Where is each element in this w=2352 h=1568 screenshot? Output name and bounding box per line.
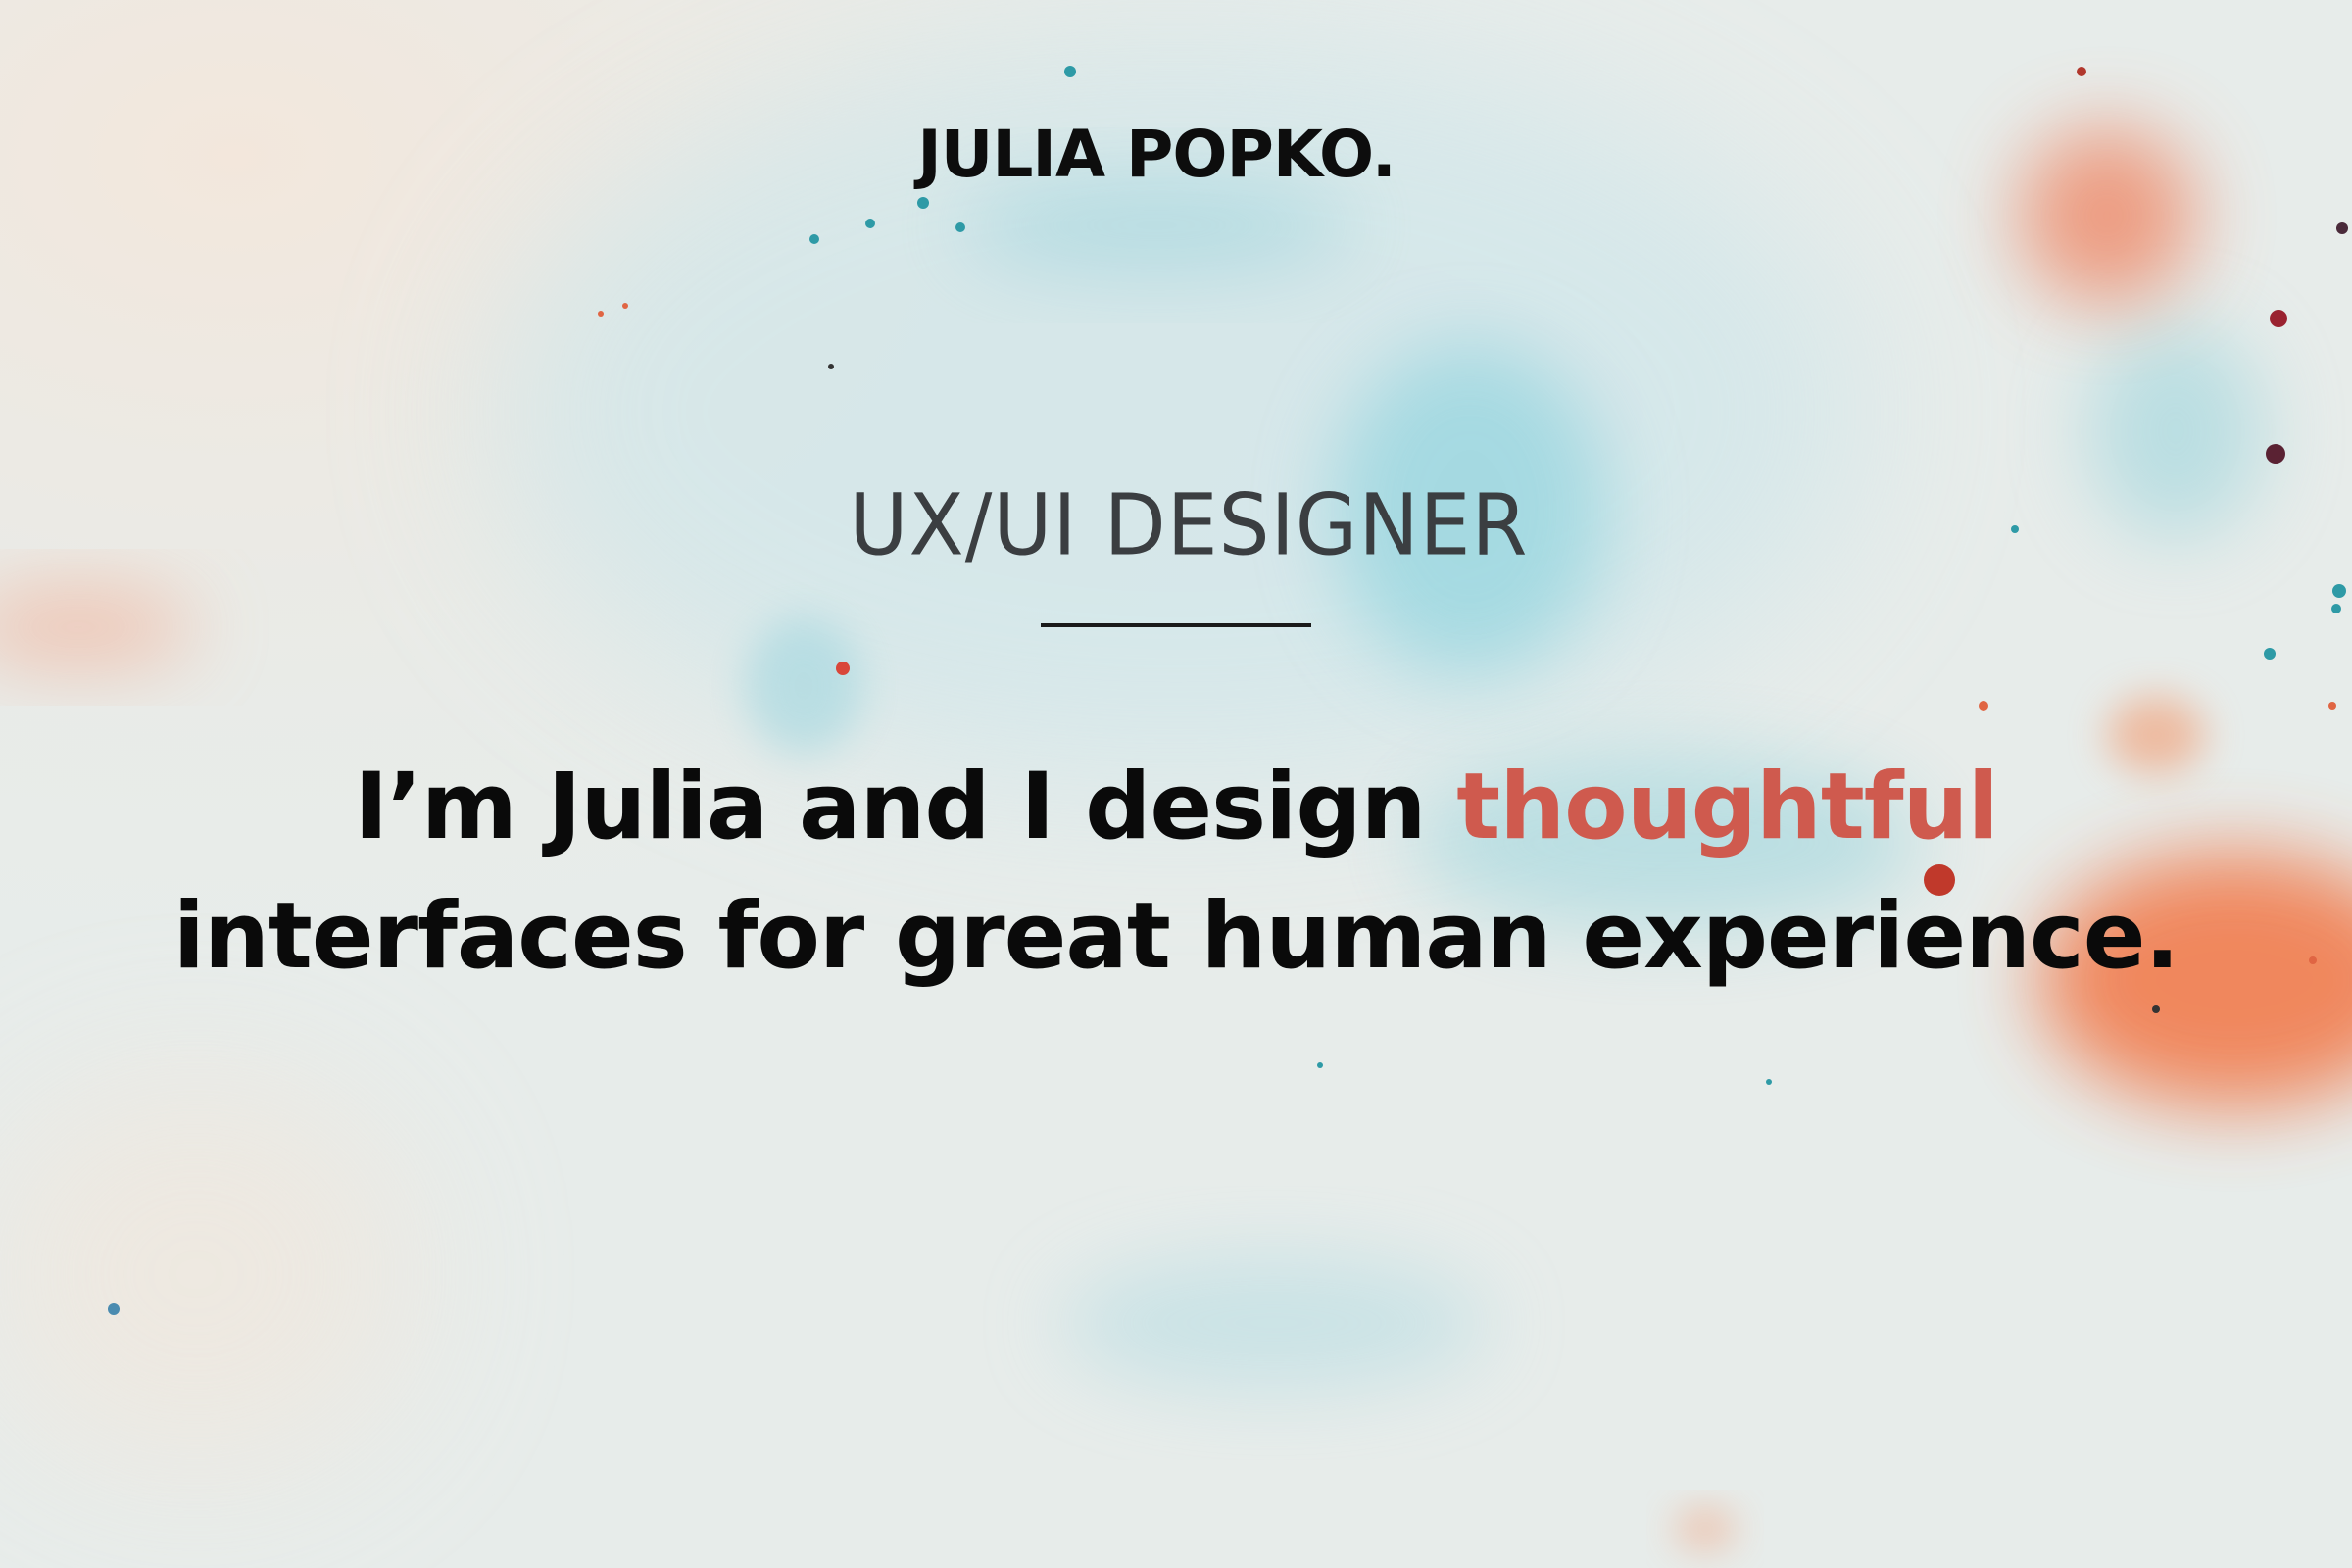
tagline-highlight: thoughtful	[1456, 754, 1999, 860]
hero-tagline: I’m Julia and I design thoughtful interf…	[0, 743, 2352, 1002]
tagline-line-2: interfaces for great human experience.	[172, 883, 2180, 990]
site-logo[interactable]: JULIA POPKO.	[0, 116, 2313, 193]
title-divider	[1041, 623, 1311, 627]
tagline-line-1: I’m Julia and I design thoughtful	[0, 743, 2352, 872]
role-title: UX/UI DESIGNER	[849, 476, 1529, 575]
tagline-text-start: I’m Julia and I design	[354, 754, 1457, 860]
hero-section: JULIA POPKO. UX/UI DESIGNER I’m Julia an…	[0, 0, 2352, 1568]
